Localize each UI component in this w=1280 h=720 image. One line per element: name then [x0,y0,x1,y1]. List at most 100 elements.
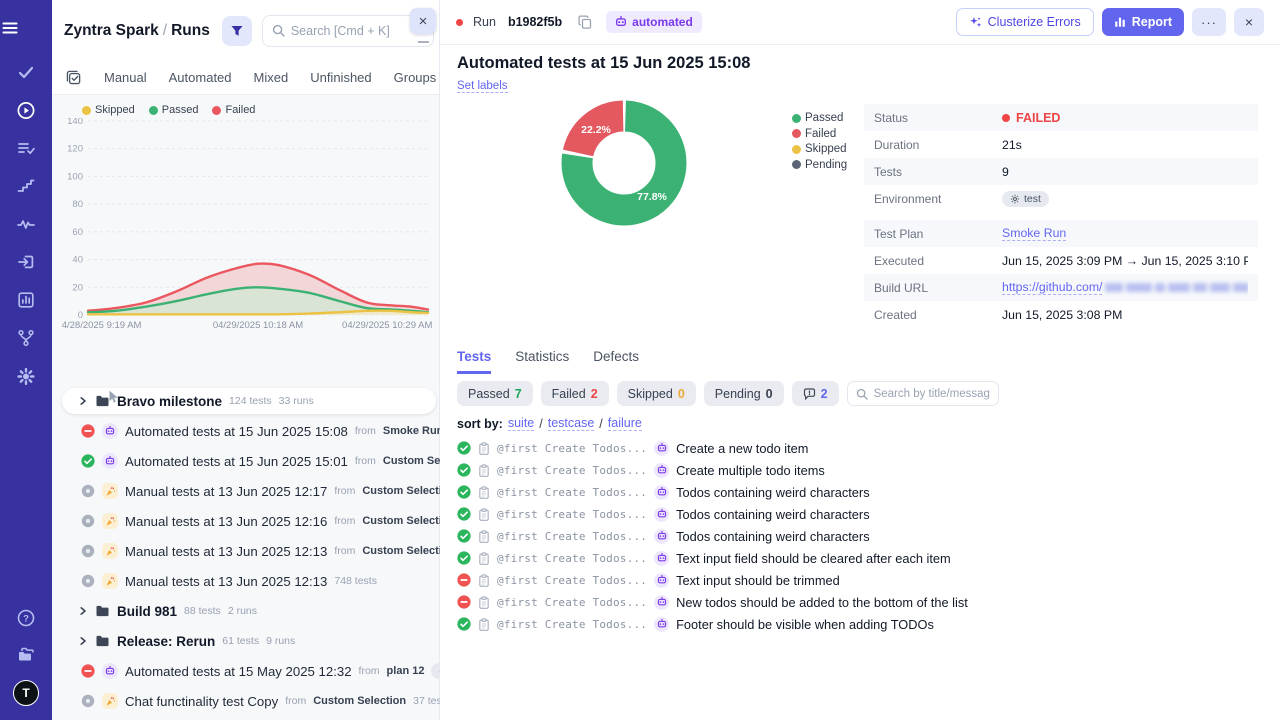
tab-mixed[interactable]: Mixed [254,70,289,85]
sort-option-testcase[interactable]: testcase [548,416,595,431]
milestones-steps-icon[interactable] [16,176,36,196]
runs-search-input[interactable] [291,24,424,38]
donut-legend-skipped[interactable]: Skipped [792,143,847,155]
reports-chart-icon[interactable] [16,290,36,310]
tests-search[interactable] [847,381,999,406]
run-row[interactable]: Manual tests at 13 Jun 2025 12:17fromCus… [52,476,439,506]
svg-text:04/29/2025 10:29 AM: 04/29/2025 10:29 AM [342,320,432,331]
test-plan-link[interactable]: Smoke Run [1002,226,1066,241]
tab-groups[interactable]: Groups [394,70,437,85]
chevron-right-icon[interactable] [78,606,88,616]
detail-row-environment: Environmenttest [864,185,1258,212]
donut-legend-passed[interactable]: Passed [792,112,847,124]
clipboard-icon [478,508,490,521]
runs-play-icon[interactable] [16,100,36,120]
select-all-icon[interactable] [66,70,82,86]
tab-defects[interactable]: Defects [593,349,639,374]
run-row[interactable]: Automated tests at 15 May 2025 12:32from… [52,656,439,686]
group-runs-count: 33 runs [279,395,314,407]
legend-item-passed[interactable]: Passed [149,104,199,116]
tests-check-icon[interactable] [16,62,36,82]
from-label: from [334,515,355,527]
run-group-row[interactable]: Release: Rerun61 tests9 runs [52,626,439,656]
clusterize-errors-button[interactable]: Clusterize Errors [956,8,1094,36]
clipboard-icon [478,464,490,477]
filter-chip-skipped[interactable]: Skipped0 [617,381,696,406]
run-row[interactable]: Automated tests at 15 Jun 2025 15:01from… [52,446,439,476]
test-row[interactable]: @first Create Todos...Todos containing w… [457,481,1262,503]
test-title: New todos should be added to the bottom … [676,595,968,610]
test-plans-icon[interactable] [16,138,36,158]
run-row[interactable]: Automated tests at 15 Jun 2025 15:08from… [52,416,439,446]
settings-gear-icon[interactable] [16,366,36,386]
more-actions-button[interactable]: ··· [1192,8,1226,36]
filter-chip-failed[interactable]: Failed2 [541,381,609,406]
tab-statistics[interactable]: Statistics [515,349,569,374]
tab-manual[interactable]: Manual [104,70,147,85]
test-row[interactable]: @first Create Todos...Text input should … [457,569,1262,591]
runs-search[interactable] [262,15,434,47]
user-avatar[interactable]: T [13,680,39,706]
close-run-button[interactable]: × [1234,8,1264,36]
run-group-row[interactable]: Build 981 88 tests 2 runs [52,596,439,626]
comment-icon [803,388,816,400]
test-row[interactable]: @first Create Todos...Create multiple to… [457,459,1262,481]
trend-chart-legend: Skipped Passed Failed [82,104,255,116]
test-row[interactable]: @first Create Todos...Todos containing w… [457,503,1262,525]
tests-search-input[interactable] [874,388,990,400]
chevron-right-icon[interactable] [78,396,88,406]
sort-option-suite[interactable]: suite [508,416,534,431]
analytics-pulse-icon[interactable] [16,214,36,234]
run-tests-count: 748 tests [334,575,377,587]
panel-close-button[interactable]: × [410,8,436,34]
test-row[interactable]: @first Create Todos...Todos containing w… [457,525,1262,547]
clipboard-icon [478,530,490,543]
report-button[interactable]: Report [1102,8,1184,36]
set-labels-link[interactable]: Set labels [457,80,508,93]
donut-legend-pending[interactable]: Pending [792,159,847,171]
clipboard-icon [478,596,490,609]
test-row[interactable]: @first Create Todos...Text input field s… [457,547,1262,569]
sort-option-failure[interactable]: failure [608,416,642,431]
run-row[interactable]: Chat functinality test CopyfromCustom Se… [52,686,439,716]
group-runs-count: 2 runs [228,605,257,617]
run-row[interactable]: Manual tests at 13 Jun 2025 12:16fromCus… [52,506,439,536]
breadcrumb-project[interactable]: Zyntra Spark [64,22,159,39]
svg-text:?: ? [23,614,29,625]
automated-robot-icon [654,463,669,478]
filter-chip-pending[interactable]: Pending0 [704,381,784,406]
status-failed-value: FAILED [1002,111,1060,125]
import-signin-icon[interactable] [16,252,36,272]
legend-item-skipped[interactable]: Skipped [82,104,135,116]
build-url-link[interactable]: https://github.com/ [1002,280,1102,295]
group-tests-count: 88 tests [184,605,221,617]
tab-tests[interactable]: Tests [457,349,491,374]
branches-icon[interactable] [16,328,36,348]
test-row[interactable]: @first Create Todos...New todos should b… [457,591,1262,613]
donut-legend-failed[interactable]: Failed [792,128,847,140]
sort-by-label: sort by: [457,417,503,431]
filter-chip-comments[interactable]: 2 [792,381,839,406]
group-name: Build 981 [117,604,177,619]
hamburger-menu-icon[interactable] [0,18,20,38]
projects-folder-icon[interactable] [16,644,36,664]
status-passed-icon [457,617,471,631]
test-suite: @first Create Todos... [497,618,647,631]
copy-icon[interactable] [578,15,592,29]
chevron-right-icon[interactable] [78,636,88,646]
help-icon[interactable]: ? [16,608,36,628]
filter-button[interactable] [222,16,252,46]
automated-robot-icon [654,551,669,566]
manual-confetti-icon [102,483,118,499]
run-row[interactable]: Manual tests at 13 Jun 2025 12:13fromCus… [52,536,439,566]
tab-unfinished[interactable]: Unfinished [310,70,371,85]
filter-chip-passed[interactable]: Passed7 [457,381,533,406]
status-passed-icon [457,485,471,499]
tab-automated[interactable]: Automated [169,70,232,85]
test-row[interactable]: @first Create Todos...Create a new todo … [457,437,1262,459]
run-source: plan 12 [387,665,425,677]
run-row[interactable]: Manual tests at 13 Jun 2025 12:13748 tes… [52,566,439,596]
legend-item-failed[interactable]: Failed [212,104,255,116]
test-row[interactable]: @first Create Todos...Footer should be v… [457,613,1262,635]
runs-panel: Zyntra Spark/Runs × Manual Automated Mix… [52,0,440,720]
